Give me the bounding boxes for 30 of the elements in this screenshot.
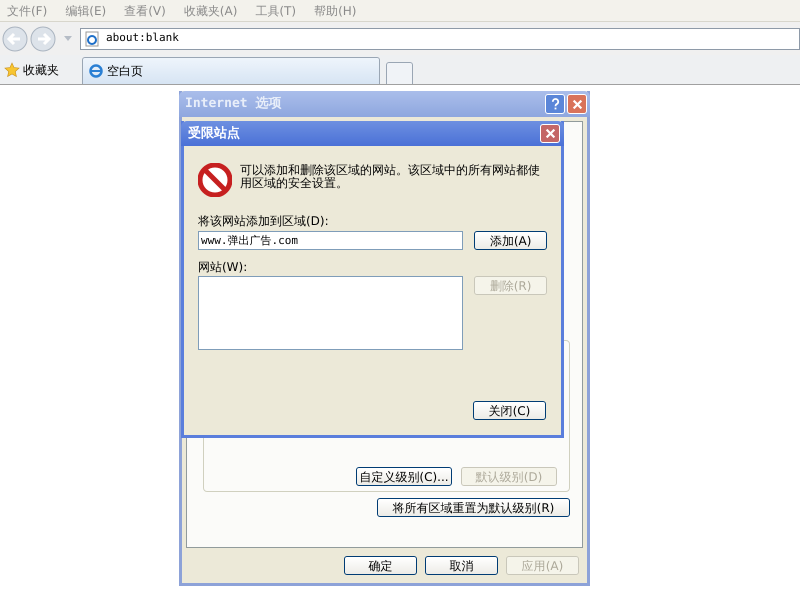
back-icon[interactable] <box>2 26 28 52</box>
website-list[interactable] <box>198 276 464 350</box>
dialog-button[interactable]: 将所有区域重置为默认级别(R) <box>377 498 570 517</box>
dialog-button[interactable]: 自定义级别(C)... <box>356 467 452 486</box>
favorites-label[interactable]: 收藏夹 <box>23 60 59 78</box>
help-icon <box>550 98 560 110</box>
dropdown-caret-icon[interactable] <box>64 36 72 41</box>
new-tab-button[interactable] <box>386 62 413 84</box>
close-button[interactable] <box>540 124 560 143</box>
star-icon <box>4 62 20 78</box>
blocked-icon <box>198 163 232 197</box>
address-field[interactable]: about:blank <box>80 28 800 50</box>
window-title: Internet 选项 <box>185 95 282 114</box>
close-icon <box>544 128 556 139</box>
browser-tab[interactable]: 空白页 <box>82 57 380 84</box>
dialog-button[interactable]: 添加(A) <box>474 231 547 250</box>
field-label: 网站(W): <box>198 260 248 274</box>
dialog-button[interactable]: 确定 <box>344 556 417 575</box>
input-field[interactable]: www.弹出广告.com <box>198 231 464 250</box>
help-button[interactable] <box>545 94 565 114</box>
close-button[interactable] <box>567 94 587 114</box>
dialog-button[interactable]: 关闭(C) <box>473 401 546 420</box>
forward-icon[interactable] <box>30 26 56 52</box>
info-message: 可以添加和删除该区域的网站。该区域中的所有网站都使用区域的安全设置。 <box>240 163 541 190</box>
window-title: 受限站点 <box>188 124 240 143</box>
dialog-button[interactable]: 取消 <box>425 556 498 575</box>
close-icon <box>572 98 582 110</box>
field-label: 将该网站添加到区域(D): <box>198 214 330 228</box>
page-icon <box>84 30 100 46</box>
browser-logo-icon <box>88 63 104 79</box>
